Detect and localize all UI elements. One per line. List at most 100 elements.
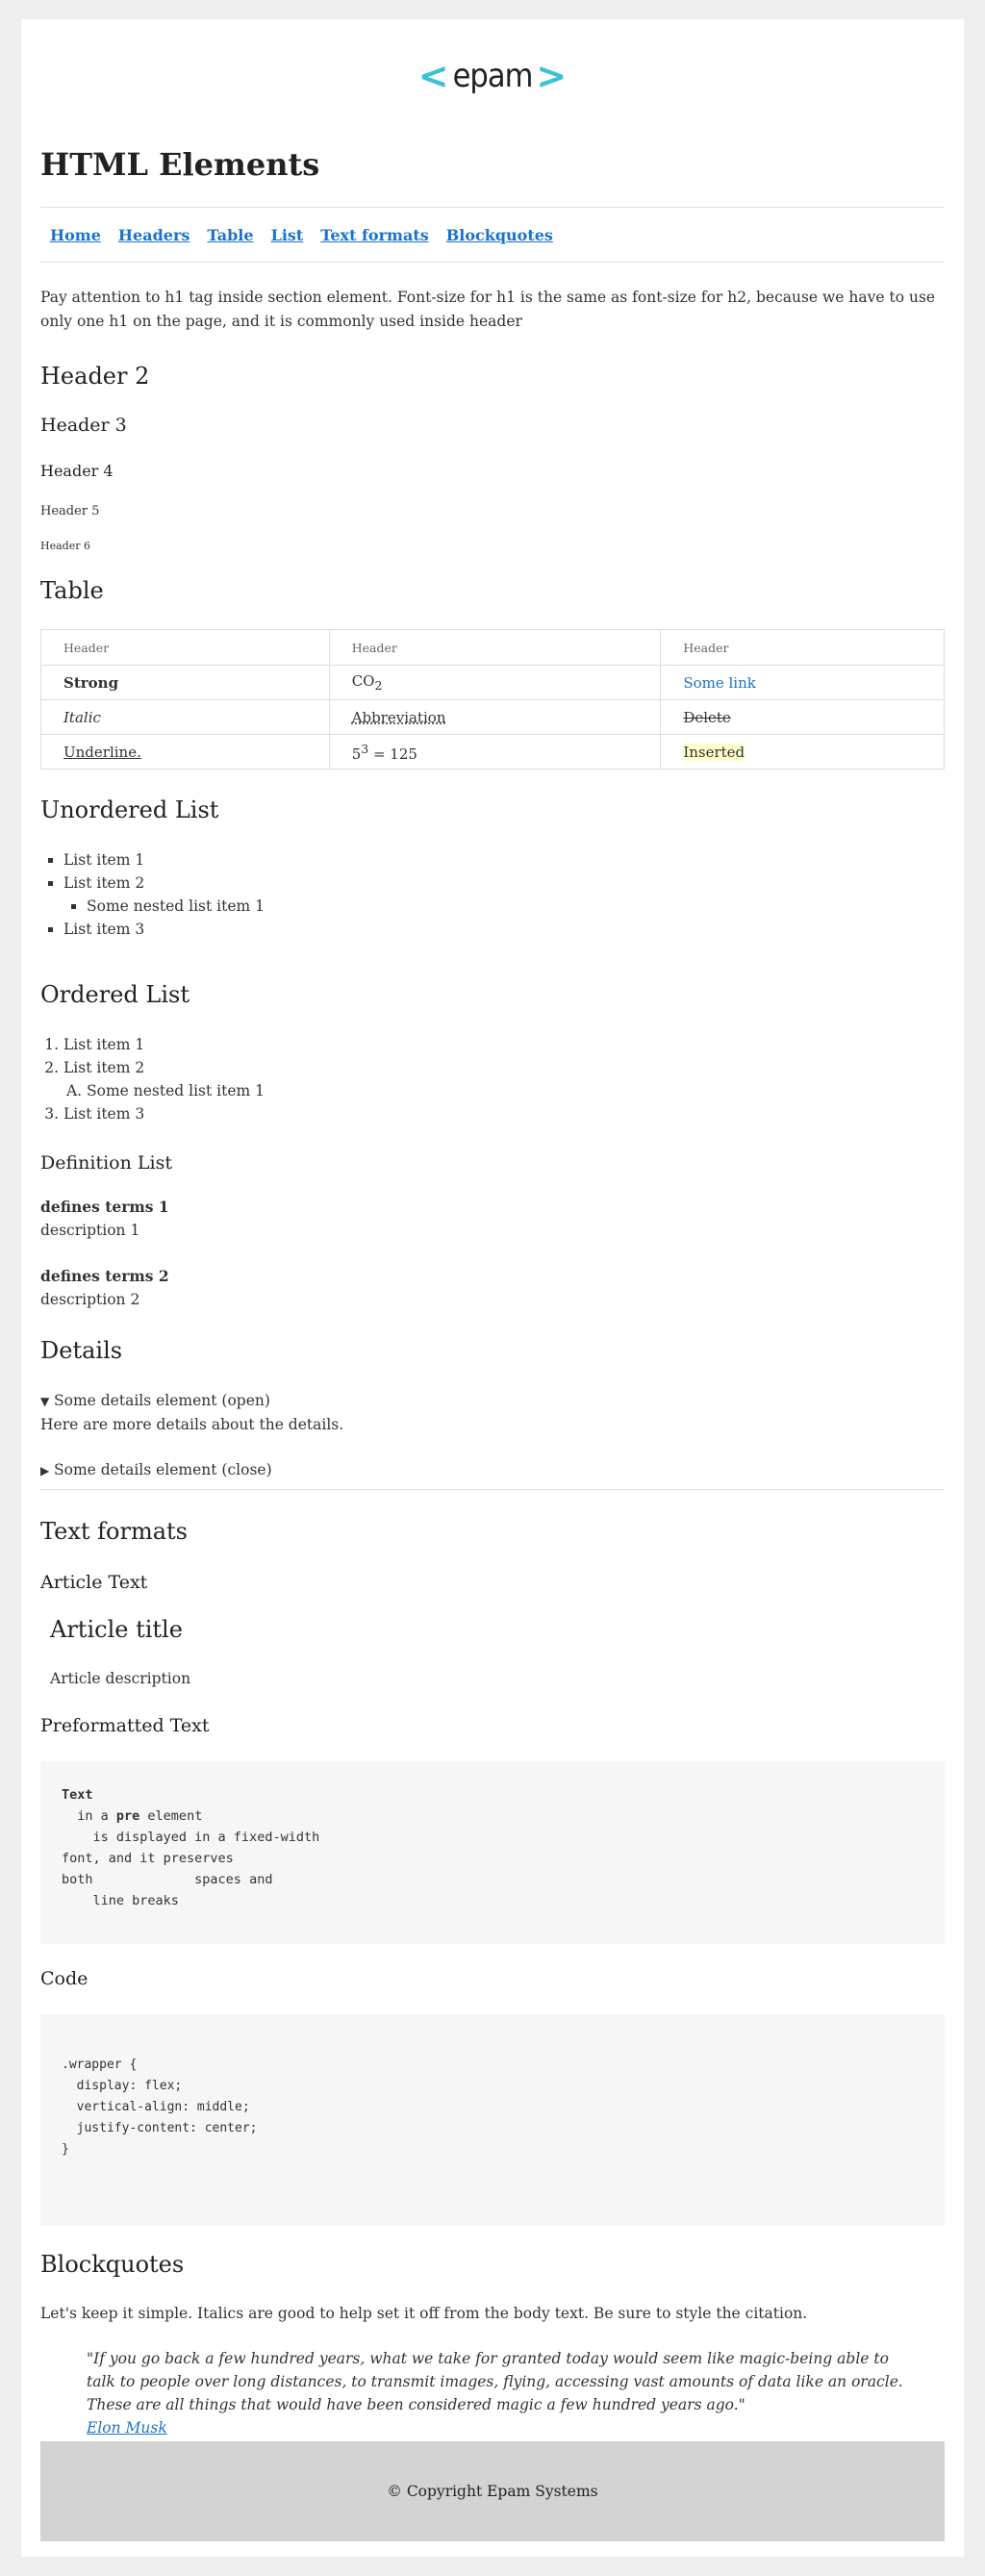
unordered-list-section: List item 1 List item 2 Some nested list…: [40, 848, 945, 941]
blockquote: "If you go back a few hundred years, wha…: [40, 2347, 945, 2439]
section-divider: [40, 1489, 945, 1490]
preformatted-text: Text in a pre element is displayed in a …: [40, 1761, 945, 1944]
definition-list-section: defines terms 1 description 1 defines te…: [40, 1196, 945, 1334]
list-item: List item 1: [63, 848, 945, 871]
code-block: .wrapper { display: flex; vertical-align…: [40, 2014, 945, 2226]
ordered-heading-text: Ordered List: [40, 981, 189, 1008]
blockquote-section: "If you go back a few hundred years, wha…: [40, 2347, 945, 2439]
pre-line-text: in a: [62, 1808, 116, 1824]
pre-remaining-text: is displayed in a fixed-width font, and …: [62, 1830, 320, 1908]
code-text: .wrapper { display: flex; vertical-align…: [40, 2014, 945, 2226]
header-2-sample: Header 2: [40, 363, 945, 390]
table-cell-underline: Underline.: [40, 734, 330, 770]
table-section-heading: Table: [40, 577, 945, 604]
list-item-label: List item 2: [63, 1059, 145, 1076]
code-heading: Code: [40, 1968, 945, 1989]
ordered-list-section: List item 1 List item 2 Some nested list…: [40, 1033, 945, 1125]
power-base: 5: [351, 745, 362, 763]
header-6-sample: Header 6: [40, 540, 945, 552]
ordered-list-heading: Ordered List: [40, 981, 945, 1008]
table-row: Strong CO2 Some link: [40, 665, 945, 700]
footer-wrapper: © Copyright Epam Systems: [40, 2441, 945, 2541]
article-text-heading: Article Text: [40, 1572, 945, 1593]
details-heading-text: Details: [40, 1337, 123, 1364]
quote-citation-link[interactable]: Elon Musk: [87, 2419, 167, 2437]
list-item: List item 2 Some nested list item 1: [63, 1056, 945, 1102]
table-section: Header Header Header Strong CO2 Some lin…: [40, 629, 945, 770]
definition-term: defines terms 2: [40, 1267, 169, 1285]
details-open-summary[interactable]: ▼ Some details element (open): [40, 1389, 945, 1413]
blockquotes-heading-text: Blockquotes: [40, 2251, 185, 2278]
some-link[interactable]: Some link: [683, 674, 756, 692]
nav-link-list[interactable]: List: [271, 226, 304, 244]
footer-copyright: © Copyright Epam Systems: [387, 2483, 598, 2500]
details-open-summary-text: Some details element (open): [54, 1392, 270, 1409]
page-container: < epam > HTML Elements Home Headers Tabl…: [21, 19, 964, 2557]
nav-link-headers[interactable]: Headers: [118, 226, 189, 244]
table-cell-power: 53 = 125: [328, 734, 662, 770]
h4-text: Header 4: [40, 462, 114, 480]
header-5-sample: Header 5: [40, 504, 945, 518]
definition-term: defines terms 1: [40, 1198, 169, 1216]
unordered-list-heading: Unordered List: [40, 796, 945, 823]
strong-text: Strong: [63, 673, 119, 692]
quote-text: "If you go back a few hundred years, wha…: [87, 2350, 903, 2413]
table-cell-italic: Italic: [40, 699, 330, 735]
epam-logo[interactable]: < epam >: [418, 58, 567, 94]
footer: © Copyright Epam Systems: [40, 2441, 945, 2541]
preformatted-block: Text in a pre element is displayed in a …: [40, 1761, 945, 1944]
deleted-text: Delete: [683, 708, 731, 726]
table-cell-strong: Strong: [40, 665, 330, 700]
table-header-cell: Header: [40, 629, 330, 666]
blockquotes-lead: Let's keep it simple. Italics are good t…: [40, 2305, 808, 2322]
details-closed[interactable]: ▶ Some details element (close): [40, 1458, 945, 1482]
unordered-heading-text: Unordered List: [40, 796, 219, 823]
h3-text: Header 3: [40, 415, 127, 436]
power-result: = 125: [368, 745, 417, 763]
details-heading: Details: [40, 1337, 945, 1364]
definition-heading-text: Definition List: [40, 1152, 172, 1174]
table-cell-link: Some link: [660, 665, 945, 700]
list-item: List item 1: [63, 1033, 945, 1056]
code-heading-text: Code: [40, 1968, 88, 1989]
pre-bold-text: Text: [62, 1787, 93, 1803]
table-row: Italic Abbreviation Delete: [40, 699, 945, 735]
triangle-right-icon: ▶: [40, 1464, 50, 1477]
logo-text: epam: [452, 57, 534, 95]
nav-link-home[interactable]: Home: [50, 226, 101, 244]
preformatted-heading-text: Preformatted Text: [40, 1715, 210, 1736]
logo-right-bracket: >: [536, 55, 568, 97]
details-open-body: Here are more details about the details.: [40, 1416, 344, 1433]
text-formats-heading-text: Text formats: [40, 1518, 188, 1545]
nav-link-text-formats[interactable]: Text formats: [320, 226, 428, 244]
pre-bold-keyword: pre: [115, 1808, 140, 1824]
definition-list-heading: Definition List: [40, 1152, 945, 1174]
details-closed-summary-text: Some details element (close): [54, 1461, 272, 1478]
definition-list: defines terms 1 description 1 defines te…: [40, 1196, 945, 1311]
unordered-list: List item 1 List item 2 Some nested list…: [40, 848, 945, 941]
h2-text: Header 2: [40, 363, 150, 390]
divider-line: [40, 1489, 945, 1490]
article-title: Article title: [50, 1616, 183, 1643]
table-cell-delete: Delete: [660, 699, 945, 735]
list-item-label: List item 2: [63, 874, 145, 892]
triangle-down-icon: ▼: [40, 1395, 50, 1408]
definition-description: description 2: [40, 1291, 140, 1308]
nested-list-item: Some nested list item 1: [87, 895, 945, 918]
main-nav: Home Headers Table List Text formats Blo…: [40, 208, 945, 263]
nav-link-blockquotes[interactable]: Blockquotes: [446, 226, 553, 244]
list-item: List item 2 Some nested list item 1: [63, 871, 945, 918]
ordered-list: List item 1 List item 2 Some nested list…: [40, 1033, 945, 1125]
demo-table: Header Header Header Strong CO2 Some lin…: [40, 629, 945, 770]
table-cell-abbr: Abbreviation: [328, 699, 662, 735]
h6-text: Header 6: [40, 540, 90, 552]
abbreviation-text: Abbreviation: [351, 708, 446, 726]
header-4-sample: Header 4: [40, 462, 945, 480]
nested-list-item: Some nested list item 1: [87, 1079, 945, 1102]
list-item: List item 3: [63, 918, 945, 941]
intro-paragraph: Pay attention to h1 tag inside section e…: [40, 289, 936, 330]
header-logo-area: < epam >: [40, 19, 945, 125]
h5-text: Header 5: [40, 504, 100, 518]
nav-link-table[interactable]: Table: [207, 226, 253, 244]
table-cell-inserted: Inserted: [660, 734, 945, 770]
